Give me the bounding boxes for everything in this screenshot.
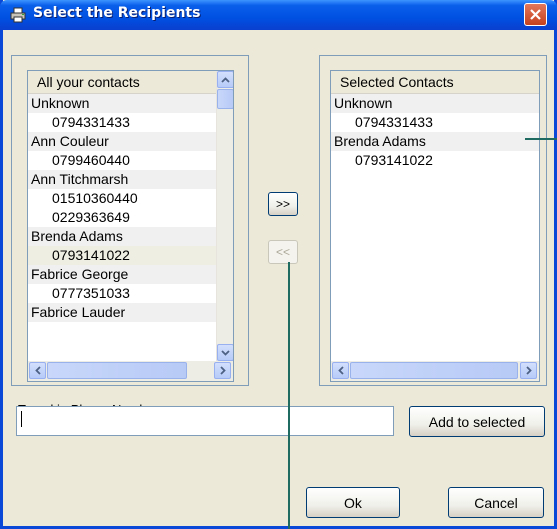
text-caret: [21, 411, 22, 427]
all-contacts-rows: Unknown 0794331433 Ann Couleur 0799460440 An…: [28, 94, 233, 322]
contact-name-row[interactable]: Brenda Adams: [28, 227, 233, 246]
chevron-right-icon: [219, 366, 226, 375]
close-button[interactable]: [524, 3, 547, 26]
add-to-selection-button[interactable]: >>: [268, 192, 298, 216]
scroll-left-button[interactable]: [332, 362, 349, 379]
all-contacts-hscrollbar[interactable]: [28, 361, 233, 381]
contact-phone-row[interactable]: 01510360440: [28, 189, 233, 208]
cancel-button[interactable]: Cancel: [448, 487, 544, 518]
scroll-up-button[interactable]: [217, 71, 233, 88]
scroll-thumb-horizontal[interactable]: [350, 362, 518, 379]
ok-button[interactable]: Ok: [306, 487, 400, 518]
contact-phone-row[interactable]: 0794331433: [331, 113, 539, 132]
all-contacts-list[interactable]: All your contacts Unknown 0794331433 Ann C…: [27, 70, 234, 382]
contact-phone-row[interactable]: 0229363649: [28, 208, 233, 227]
all-contacts-panel: All your contacts Unknown 0794331433 Ann C…: [11, 55, 249, 386]
contact-phone-row[interactable]: 0777351033: [28, 284, 233, 303]
selected-contacts-hscrollbar[interactable]: [331, 361, 539, 381]
chevron-down-icon: [221, 349, 230, 356]
remove-from-selection-button[interactable]: <<: [268, 240, 298, 264]
contact-name-row[interactable]: Brenda Adams: [331, 132, 539, 151]
printer-icon: [10, 7, 26, 23]
chevron-up-icon: [221, 76, 230, 83]
window-title: Select the Recipients: [33, 5, 201, 21]
all-contacts-vscrollbar[interactable]: [216, 71, 233, 361]
scroll-down-button[interactable]: [217, 344, 233, 361]
add-to-selected-button[interactable]: Add to selected: [409, 406, 545, 437]
contact-name-row[interactable]: Fabrice Lauder: [28, 303, 233, 322]
scroll-right-button[interactable]: [214, 362, 231, 379]
scroll-thumb-horizontal[interactable]: [47, 362, 187, 379]
callout-line-horizontal: [525, 138, 557, 140]
callout-line-vertical: [288, 262, 290, 529]
contact-name-row[interactable]: Unknown: [28, 94, 233, 113]
chevron-right-icon: [525, 366, 532, 375]
recipients-dialog: Select the Recipients All your contacts …: [0, 0, 557, 529]
selected-contacts-panel: Selected Contacts Unknown 0794331433 Brend…: [319, 55, 547, 386]
contact-phone-row[interactable]: 0793141022: [331, 151, 539, 170]
scroll-left-button[interactable]: [29, 362, 46, 379]
contact-name-row[interactable]: Unknown: [331, 94, 539, 113]
chevron-left-icon: [337, 366, 344, 375]
contact-name-row[interactable]: Fabrice George: [28, 265, 233, 284]
close-icon: [530, 9, 541, 20]
selected-contacts-header: Selected Contacts: [331, 71, 539, 94]
scroll-right-button[interactable]: [520, 362, 537, 379]
all-contacts-header: All your contacts: [28, 71, 233, 94]
title-bar[interactable]: Select the Recipients: [0, 0, 557, 30]
contact-phone-row[interactable]: 0799460440: [28, 151, 233, 170]
scroll-thumb[interactable]: [217, 89, 233, 109]
contact-phone-row[interactable]: 0793141022: [28, 246, 233, 265]
selected-contacts-rows: Unknown 0794331433 Brenda Adams 0793141022: [331, 94, 539, 170]
phone-number-input[interactable]: [16, 406, 394, 436]
contact-name-row[interactable]: Ann Couleur: [28, 132, 233, 151]
chevron-left-icon: [34, 366, 41, 375]
selected-contacts-list[interactable]: Selected Contacts Unknown 0794331433 Brend…: [330, 70, 540, 382]
contact-phone-row[interactable]: 0794331433: [28, 113, 233, 132]
contact-name-row[interactable]: Ann Titchmarsh: [28, 170, 233, 189]
